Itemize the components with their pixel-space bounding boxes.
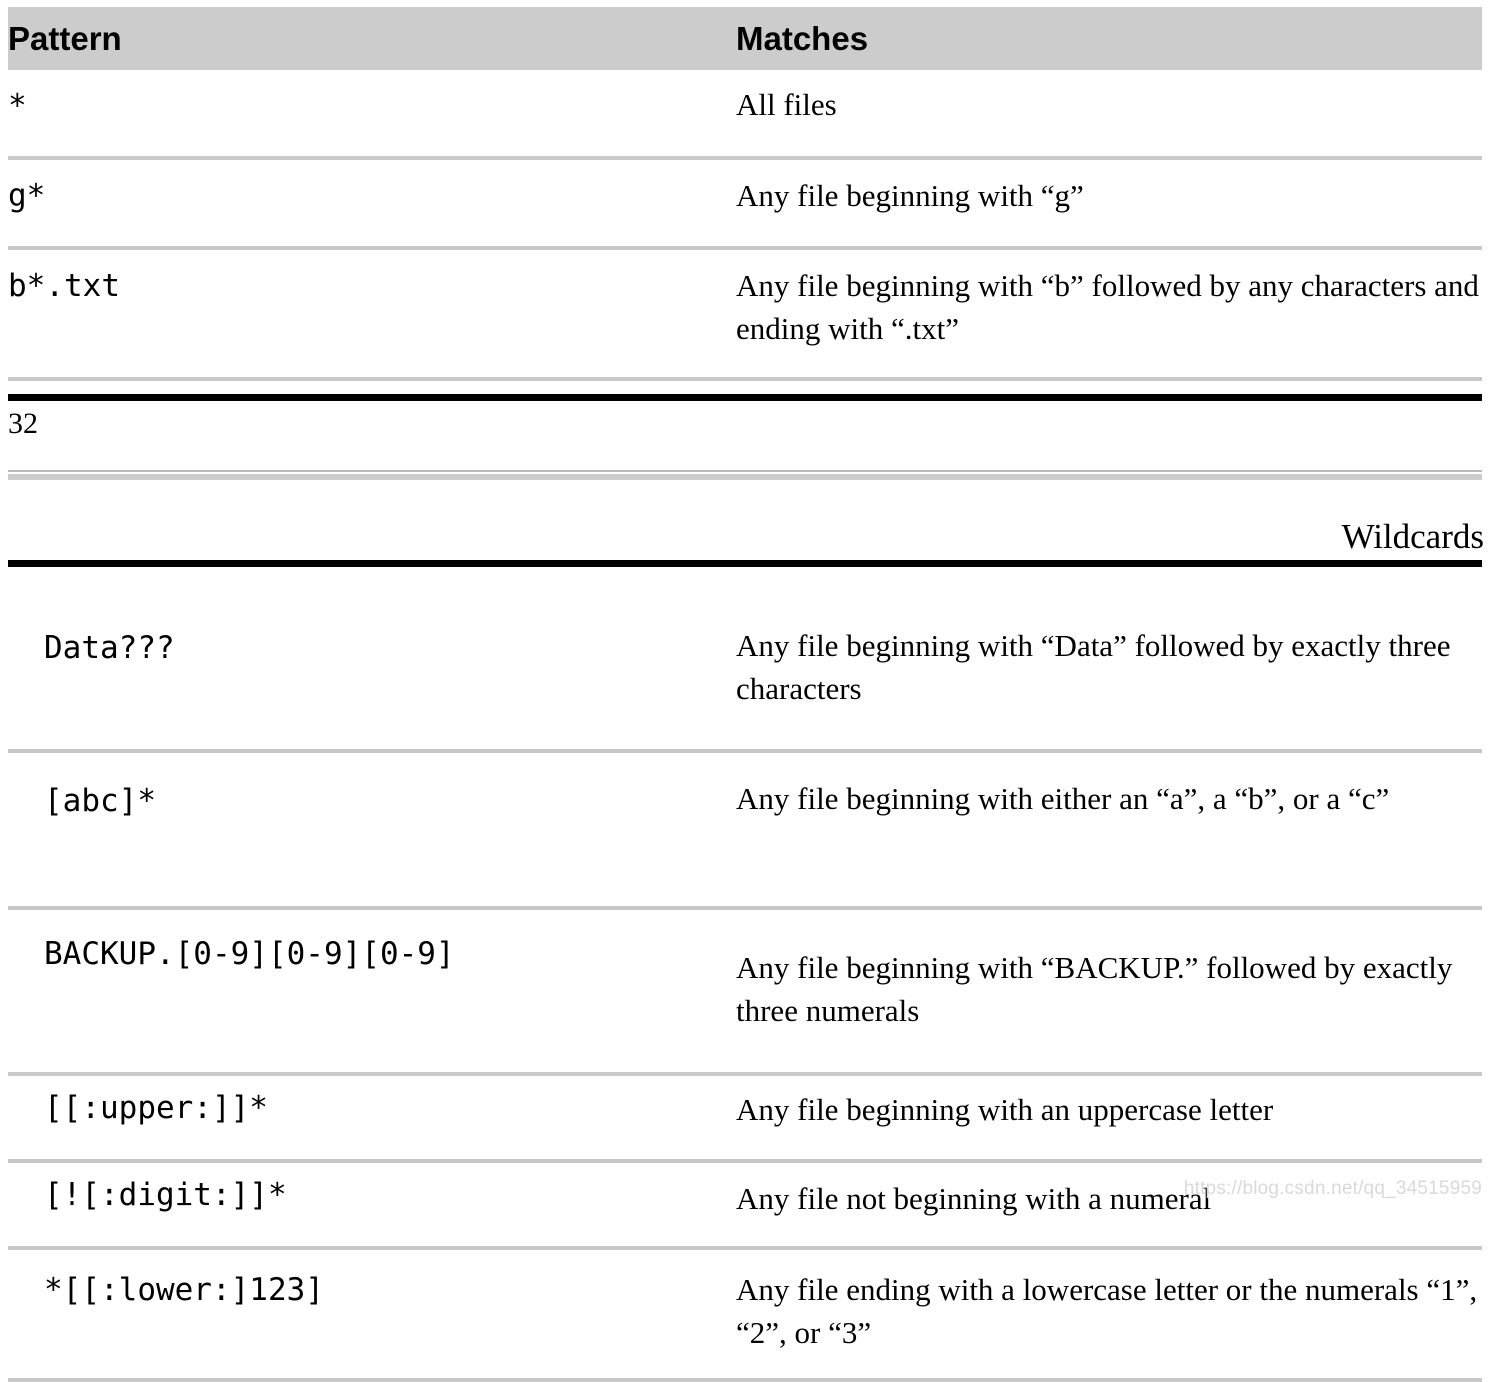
table-row: [![:digit:]]* Any file not beginning wit… [8, 1161, 1482, 1250]
pattern-cell: *[[:lower:]123] [8, 1248, 736, 1382]
table-row: BACKUP.[0-9][0-9][0-9] Any file beginnin… [8, 908, 1482, 1076]
pattern-cell: b*.txt [8, 248, 736, 381]
table-row: *[[:lower:]123] Any file ending with a l… [8, 1248, 1482, 1382]
page-separator-rule-thin [8, 470, 1482, 472]
page-number: 32 [8, 407, 38, 440]
column-header-matches: Matches [736, 19, 869, 57]
page-footer-rule [8, 394, 1482, 401]
column-header-matches-cell: Matches [736, 7, 1482, 70]
column-header-pattern-cell: Pattern [8, 7, 736, 70]
watermark: https://blog.csdn.net/qq_34515959 [1183, 1178, 1482, 1199]
pattern-cell: [abc]* [8, 751, 736, 910]
pattern-cell: [[:upper:]]* [8, 1074, 736, 1163]
pattern-cell: Data??? [8, 610, 736, 753]
matches-cell: Any file beginning with “b” followed by … [736, 248, 1482, 381]
wildcards-table-bottom: Data??? Any file beginning with “Data” f… [8, 610, 1482, 1382]
table-row: [abc]* Any file beginning with either an… [8, 751, 1482, 910]
wildcards-table-top: Pattern Matches * All files g* Any file … [8, 7, 1482, 381]
running-head-title: Wildcards [1341, 517, 1484, 556]
matches-cell: Any file beginning with either an “a”, a… [736, 751, 1482, 910]
matches-cell: Any file beginning with an uppercase let… [736, 1074, 1482, 1163]
pattern-cell: g* [8, 158, 736, 250]
table-row: [[:upper:]]* Any file beginning with an … [8, 1074, 1482, 1163]
table-row: g* Any file beginning with “g” [8, 158, 1482, 250]
table-header-row: Pattern Matches [8, 7, 1482, 70]
table-row: Data??? Any file beginning with “Data” f… [8, 610, 1482, 753]
running-head-rule [8, 560, 1482, 567]
column-header-pattern: Pattern [8, 19, 122, 57]
pattern-cell: [![:digit:]]* [8, 1161, 736, 1250]
table-row: * All files [8, 70, 1482, 160]
matches-cell: Any file not beginning with a numeral [736, 1161, 1482, 1250]
matches-cell: All files [736, 70, 1482, 160]
matches-cell: Any file beginning with “BACKUP.” follow… [736, 908, 1482, 1076]
matches-cell: Any file beginning with “Data” followed … [736, 610, 1482, 753]
pattern-cell: BACKUP.[0-9][0-9][0-9] [8, 908, 736, 1076]
matches-cell: Any file ending with a lowercase letter … [736, 1248, 1482, 1382]
table-row: b*.txt Any file beginning with “b” follo… [8, 248, 1482, 381]
page-separator-rule-thick [8, 474, 1482, 480]
pattern-cell: * [8, 70, 736, 160]
matches-cell: Any file beginning with “g” [736, 158, 1482, 250]
